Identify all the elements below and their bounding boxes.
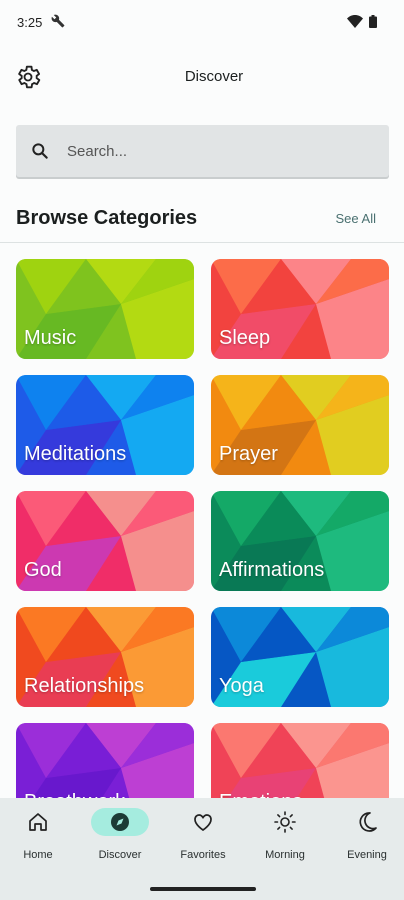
category-label: Prayer: [219, 443, 278, 465]
category-label: God: [24, 559, 62, 581]
nav-label: Evening: [347, 849, 387, 861]
sun-icon: [274, 811, 296, 833]
category-label: Yoga: [219, 675, 264, 697]
search-icon: [32, 143, 48, 159]
compass-icon: [111, 813, 129, 831]
search-bar[interactable]: [16, 125, 389, 177]
category-label: Sleep: [219, 327, 271, 349]
home-icon: [29, 813, 47, 831]
category-card-yoga[interactable]: Yoga: [211, 607, 389, 707]
moon-icon: [359, 812, 377, 832]
nav-item-evening[interactable]: Evening: [327, 798, 404, 873]
nav-item-home[interactable]: Home: [0, 798, 78, 873]
nav-label: Discover: [98, 849, 142, 861]
browse-section-header: Browse Categories See All: [16, 205, 388, 235]
category-card-music[interactable]: Music: [16, 259, 194, 359]
category-card-sleep[interactable]: Sleep: [211, 259, 389, 359]
status-bar: 3:25: [0, 0, 404, 44]
nav-item-favorites[interactable]: Favorites: [163, 798, 243, 873]
category-card-prayer[interactable]: Prayer: [211, 375, 389, 475]
home-indicator: [150, 887, 256, 891]
see-all-link[interactable]: See All: [336, 211, 376, 226]
top-app-bar: Discover: [0, 55, 404, 99]
category-label: Music: [24, 327, 77, 349]
category-card-meditations[interactable]: Meditations: [16, 375, 194, 475]
heart-icon: [194, 814, 212, 832]
divider: [0, 242, 404, 243]
category-label: Affirmations: [219, 559, 325, 581]
category-label: Meditations: [24, 443, 127, 465]
nav-item-morning[interactable]: Morning: [245, 798, 325, 873]
nav-item-discover[interactable]: Discover: [80, 798, 160, 873]
battery-icon: [369, 15, 377, 28]
category-card-relationships[interactable]: Relationships: [16, 607, 194, 707]
category-label: Relationships: [24, 675, 145, 697]
category-card-god[interactable]: God: [16, 491, 194, 591]
nav-label: Home: [23, 849, 53, 861]
section-title: Browse Categories: [16, 207, 198, 229]
bottom-navigation: Home Discover Favorites Morning Evening: [0, 798, 404, 900]
search-input[interactable]: [67, 125, 367, 177]
status-time: 3:25: [17, 15, 43, 30]
nav-label: Morning: [265, 849, 305, 861]
category-card-affirmations[interactable]: Affirmations: [211, 491, 389, 591]
wrench-icon: [51, 14, 65, 28]
wifi-icon: [347, 15, 363, 28]
nav-label: Favorites: [180, 849, 226, 861]
page-title: Discover: [184, 68, 244, 85]
